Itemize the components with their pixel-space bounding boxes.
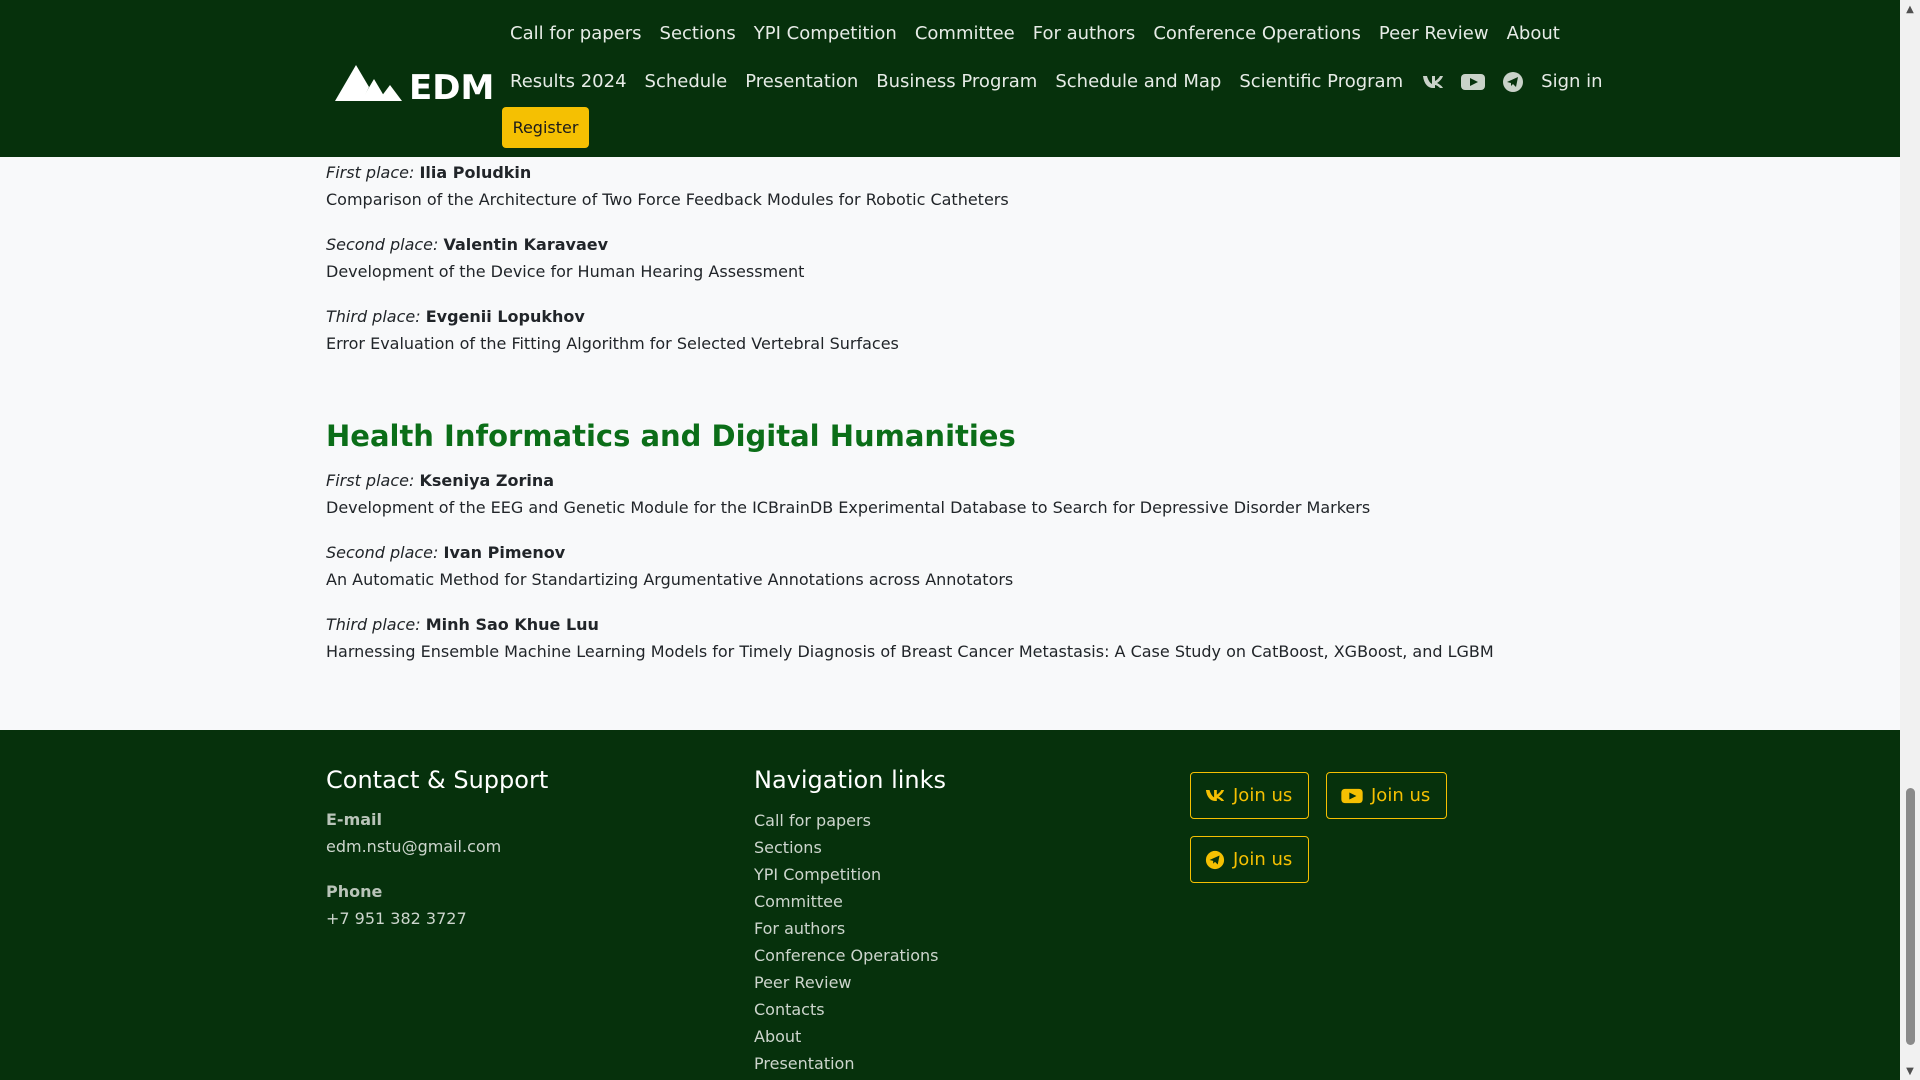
nav-committee[interactable]: Committee <box>915 20 1015 48</box>
footer-link-for-authors[interactable]: For authors <box>754 918 938 945</box>
footer-link-sections[interactable]: Sections <box>754 837 938 864</box>
page-scrollbar[interactable]: ▲ ▼ <box>1900 0 1920 1080</box>
result-entry: Second place: Ivan Pimenov An Automatic … <box>326 542 1013 591</box>
join-label: Join us <box>1371 785 1431 806</box>
winner-name: Ivan Pimenov <box>443 543 566 562</box>
join-youtube-button[interactable]: Join us <box>1326 772 1448 819</box>
nav-schedule[interactable]: Schedule <box>645 68 728 96</box>
youtube-icon <box>1341 788 1363 803</box>
place-label: Second place: <box>326 235 439 254</box>
join-telegram-button[interactable]: Join us <box>1190 836 1310 883</box>
nav-for-authors[interactable]: For authors <box>1033 20 1136 48</box>
contact-heading: Contact & Support <box>326 766 549 794</box>
result-entry: First place: Ilia Poludkin Comparison of… <box>326 162 1009 211</box>
email-value[interactable]: edm.nstu@gmail.com <box>326 837 501 856</box>
nav-about[interactable]: About <box>1507 20 1560 48</box>
phone-label: Phone <box>326 882 383 901</box>
nav-results-2024[interactable]: Results 2024 <box>510 68 627 96</box>
paper-title: An Automatic Method for Standartizing Ar… <box>326 570 1014 589</box>
scroll-up-arrow-icon[interactable]: ▲ <box>1900 0 1920 18</box>
nav-presentation[interactable]: Presentation <box>745 68 858 96</box>
footer-link-ypi-competition[interactable]: YPI Competition <box>754 864 938 891</box>
result-entry: Third place: Minh Sao Khue Luu Harnessin… <box>326 614 1494 663</box>
telegram-icon <box>1205 850 1225 869</box>
footer-link-about[interactable]: About <box>754 1026 938 1053</box>
winner-name: Evgenii Lopukhov <box>425 307 585 326</box>
paper-title: Comparison of the Architecture of Two Fo… <box>326 190 1009 209</box>
phone-value[interactable]: +7 951 382 3727 <box>326 909 467 928</box>
nav-peer-review[interactable]: Peer Review <box>1379 20 1489 48</box>
nav-schedule-and-map[interactable]: Schedule and Map <box>1055 68 1221 96</box>
vk-icon <box>1205 790 1225 801</box>
nav-sections[interactable]: Sections <box>660 20 736 48</box>
nav-ypi-competition[interactable]: YPI Competition <box>754 20 897 48</box>
youtube-icon[interactable] <box>1461 70 1486 94</box>
paper-title: Harnessing Ensemble Machine Learning Mod… <box>326 642 1494 661</box>
site-footer: Contact & Support E-mail edm.nstu@gmail.… <box>0 730 1900 1080</box>
logo-text: EDM <box>409 68 495 108</box>
footer-link-peer-review[interactable]: Peer Review <box>754 972 938 999</box>
paper-title: Development of the Device for Human Hear… <box>326 262 805 281</box>
place-label: Third place: <box>326 615 421 634</box>
join-label: Join us <box>1233 849 1293 870</box>
nav-business-program[interactable]: Business Program <box>876 68 1037 96</box>
result-entry: Third place: Evgenii Lopukhov Error Eval… <box>326 306 899 355</box>
scrollbar-thumb[interactable] <box>1906 788 1915 1045</box>
winner-name: Minh Sao Khue Luu <box>425 615 599 634</box>
footer-link-contacts[interactable]: Contacts <box>754 999 938 1026</box>
scroll-down-arrow-icon[interactable]: ▼ <box>1900 1062 1920 1080</box>
join-label: Join us <box>1233 785 1293 806</box>
winner-name: Ilia Poludkin <box>419 163 532 182</box>
register-button[interactable]: Register <box>502 107 589 148</box>
result-entry: First place: Kseniya Zorina Development … <box>326 470 1370 519</box>
winner-name: Kseniya Zorina <box>419 471 555 490</box>
main-nav-row1: Call for papers Sections YPI Competition… <box>510 20 1578 48</box>
footer-link-presentation[interactable]: Presentation <box>754 1053 938 1080</box>
place-label: First place: <box>326 163 415 182</box>
place-label: Third place: <box>326 307 421 326</box>
result-entry: Second place: Valentin Karavaev Developm… <box>326 234 804 283</box>
main-nav-row2: Results 2024 Schedule Presentation Busin… <box>510 68 1621 96</box>
paper-title: Development of the EEG and Genetic Modul… <box>326 498 1371 517</box>
footer-nav: Call for papers Sections YPI Competition… <box>754 810 938 1080</box>
nav-scientific-program[interactable]: Scientific Program <box>1239 68 1403 96</box>
nav-links-heading: Navigation links <box>754 766 947 794</box>
footer-link-call-for-papers[interactable]: Call for papers <box>754 810 938 837</box>
mountain-logo-icon <box>335 65 402 101</box>
email-label: E-mail <box>326 810 383 829</box>
sign-in-link[interactable]: Sign in <box>1541 68 1602 96</box>
section-heading: Health Informatics and Digital Humanitie… <box>326 419 1016 453</box>
paper-title: Error Evaluation of the Fitting Algorith… <box>326 334 899 353</box>
site-header: EDM Call for papers Sections YPI Competi… <box>0 0 1900 157</box>
telegram-icon[interactable] <box>1501 70 1525 94</box>
nav-call-for-papers[interactable]: Call for papers <box>510 20 642 48</box>
nav-conference-operations[interactable]: Conference Operations <box>1153 20 1361 48</box>
footer-link-conference-operations[interactable]: Conference Operations <box>754 945 938 972</box>
site-logo[interactable]: EDM <box>335 58 494 108</box>
place-label: First place: <box>326 471 415 490</box>
vk-icon[interactable] <box>1421 70 1445 94</box>
join-vk-button[interactable]: Join us <box>1190 772 1310 819</box>
footer-link-committee[interactable]: Committee <box>754 891 938 918</box>
place-label: Second place: <box>326 543 439 562</box>
winner-name: Valentin Karavaev <box>443 235 609 254</box>
